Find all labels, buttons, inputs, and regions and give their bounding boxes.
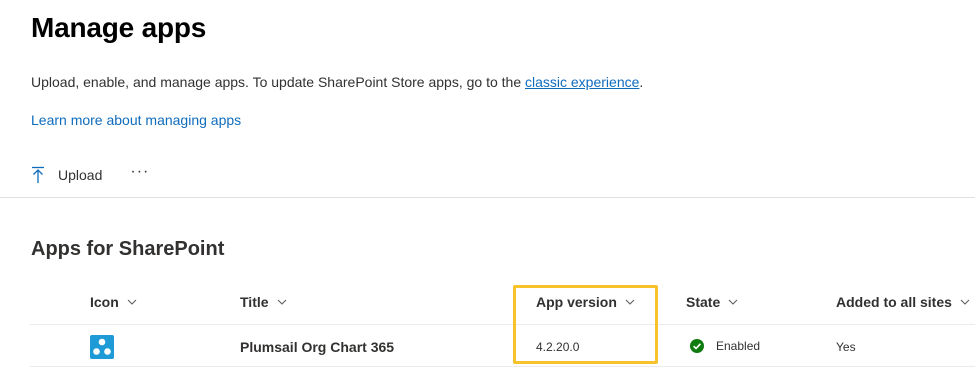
- page-title: Manage apps: [31, 12, 207, 43]
- upload-label: Upload: [58, 167, 103, 183]
- page-description: Upload, enable, and manage apps. To upda…: [31, 74, 643, 90]
- description-text: Upload, enable, and manage apps. To upda…: [31, 74, 525, 90]
- learn-more-link[interactable]: Learn more about managing apps: [31, 112, 241, 128]
- column-header-state[interactable]: State: [686, 294, 738, 310]
- more-options-button[interactable]: ···: [130, 164, 149, 183]
- command-bar: Upload ···: [30, 162, 149, 188]
- column-header-label: Title: [240, 294, 269, 310]
- chevron-down-icon: [277, 299, 286, 305]
- table-row-divider: [30, 324, 975, 325]
- column-header-label: State: [686, 294, 721, 310]
- check-circle-icon: [690, 339, 704, 353]
- column-header-icon[interactable]: Icon: [90, 294, 137, 310]
- column-header-added-to-all-sites[interactable]: Added to all sites: [836, 294, 970, 310]
- description-suffix: .: [639, 74, 644, 90]
- column-header-label: Added to all sites: [836, 294, 952, 310]
- app-version-highlight-box: [513, 285, 658, 364]
- chevron-down-icon: [728, 299, 738, 305]
- column-header-label: Icon: [90, 294, 119, 310]
- divider: [0, 197, 975, 198]
- column-header-title[interactable]: Title: [240, 294, 287, 310]
- classic-experience-link[interactable]: classic experience: [525, 74, 639, 90]
- plumsail-org-chart-icon: [90, 335, 114, 359]
- chevron-down-icon: [960, 299, 970, 305]
- chevron-down-icon: [127, 299, 137, 305]
- added-to-all-sites-value: Yes: [836, 340, 856, 354]
- section-title: Apps for SharePoint: [31, 238, 225, 260]
- app-state: Enabled: [690, 339, 760, 353]
- app-title[interactable]: Plumsail Org Chart 365: [240, 339, 394, 355]
- upload-button[interactable]: Upload: [30, 166, 102, 184]
- table-row-divider: [30, 366, 975, 367]
- state-label: Enabled: [716, 339, 761, 353]
- upload-arrow-icon: [30, 166, 46, 184]
